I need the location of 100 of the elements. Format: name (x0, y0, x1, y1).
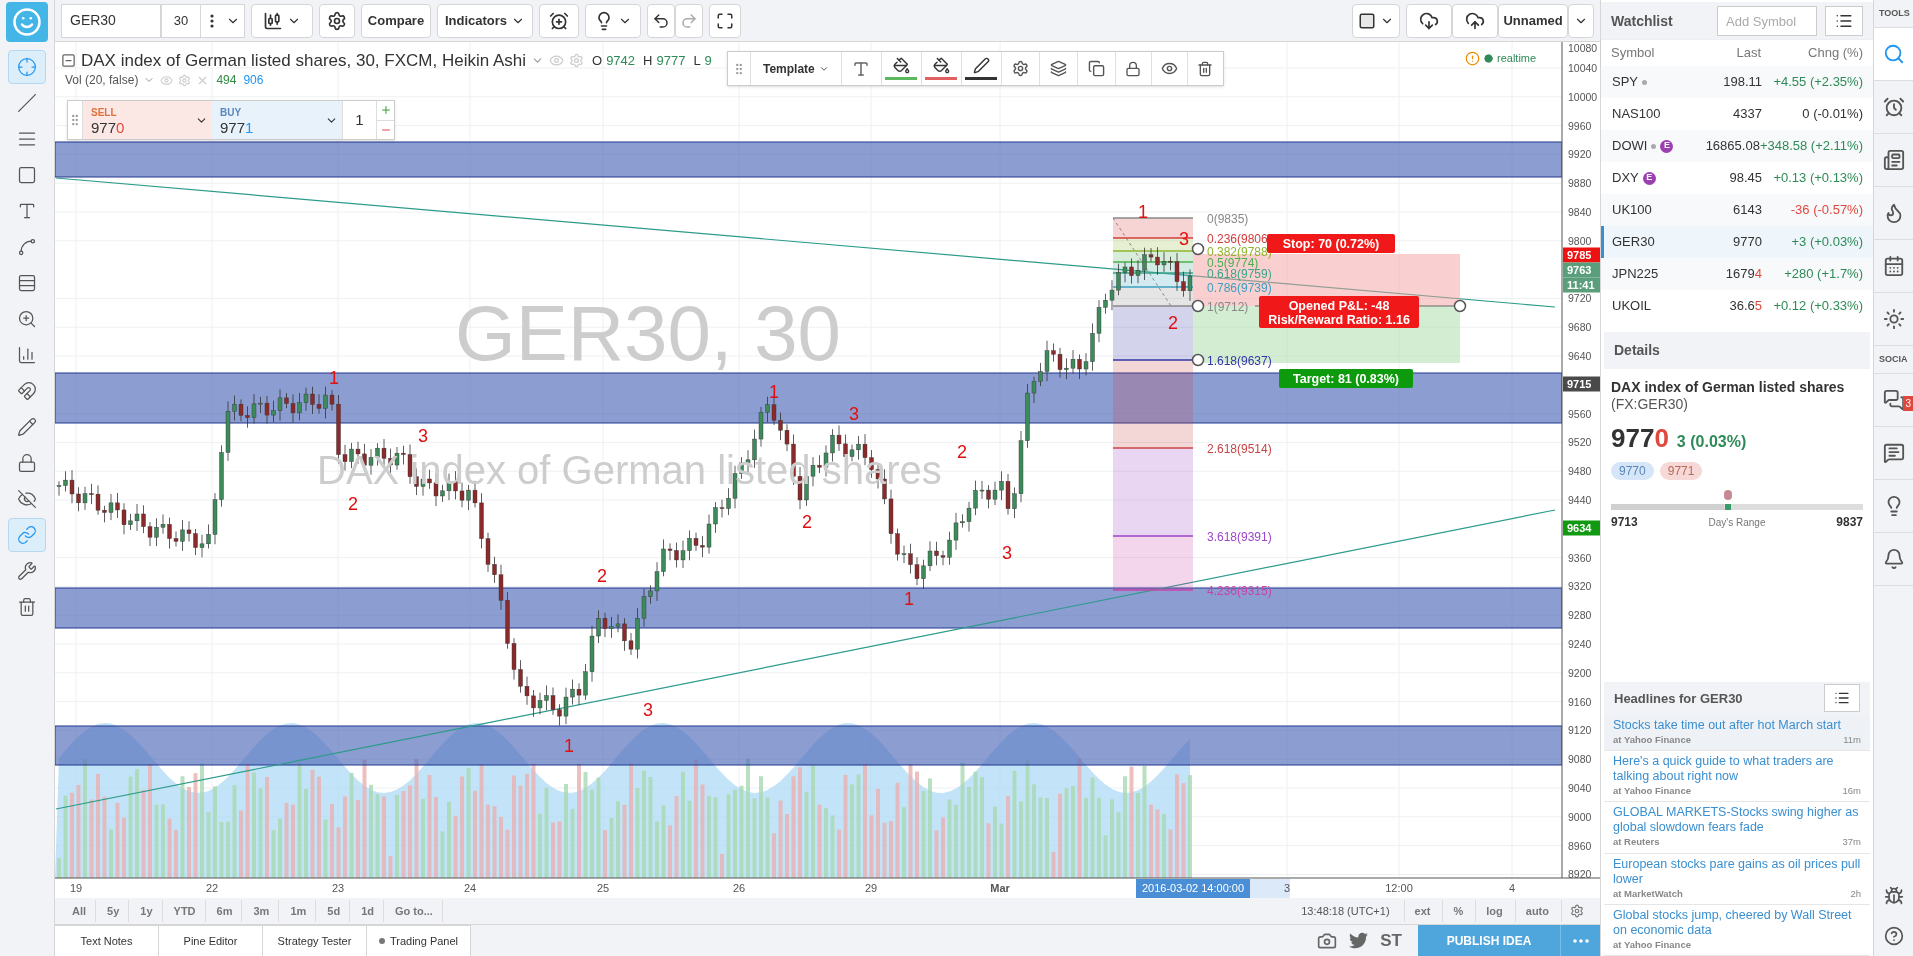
watchlist-row[interactable]: DOWI E 16865.08+348.58 (+2.11%) (1601, 130, 1873, 162)
headline-link[interactable]: GLOBAL MARKETS-Stocks swing higher as global slowdown fears fade (1613, 805, 1861, 836)
hidden-eye-icon (17, 489, 37, 509)
layout-name-button[interactable]: Unnamed (1498, 3, 1568, 38)
fullscreen-button[interactable] (709, 3, 741, 38)
status-label: realtime (1497, 51, 1537, 66)
price-tick-label: 9720 (1568, 292, 1592, 305)
panel-tab[interactable]: Pine Editor (159, 925, 263, 956)
ohlc-label: L (693, 52, 701, 70)
watchlist-row[interactable]: SPY 198.11 +4.55 (+2.35%) (1601, 66, 1873, 98)
range-button[interactable]: Go to... (385, 900, 443, 922)
panel-tab[interactable]: Strategy Tester (263, 925, 367, 956)
side-tool-button[interactable]: 3 (1874, 374, 1913, 427)
measure-icon (17, 345, 37, 365)
range-button[interactable]: 5d (318, 900, 351, 922)
range-button[interactable]: 6m (207, 900, 243, 922)
publish-button[interactable]: PUBLISH IDEA (1418, 925, 1560, 956)
range-button[interactable]: 1d (352, 900, 384, 922)
price-tick-label: 9480 (1568, 465, 1592, 478)
scale-option[interactable]: % (1442, 900, 1474, 922)
settings-button[interactable] (319, 3, 355, 38)
drag-handle[interactable] (1191, 353, 1205, 367)
ideas-button[interactable] (585, 3, 641, 38)
logo-tile[interactable] (6, 2, 48, 42)
list-menu-button[interactable] (1825, 6, 1863, 36)
warning-icon (1465, 50, 1480, 66)
headline-link[interactable]: Here's a quick guide to what traders are talking about right now (1613, 754, 1861, 784)
column-header: Last (1735, 44, 1761, 63)
sell-button[interactable]: SELL 9770 (82, 101, 190, 139)
symbol-field[interactable]: GER30 (61, 3, 161, 38)
ask-pill: 9771 (1659, 462, 1703, 480)
layout-button[interactable] (1352, 3, 1400, 38)
time-tick-label: 22 (205, 882, 219, 894)
fib-level-label: 1(9712) (1207, 300, 1249, 314)
headline-age: 2h (1850, 886, 1861, 901)
headline-link[interactable]: Global stocks jump, cheered by Wall Street on economic data (1613, 907, 1861, 938)
price-tick-label: 8960 (1568, 839, 1592, 852)
load-button[interactable] (1406, 3, 1452, 38)
list-icon (1835, 12, 1853, 30)
panel-tab[interactable]: Text Notes (55, 925, 159, 956)
list-menu-button[interactable] (1824, 684, 1860, 713)
indicators-button[interactable]: Indicators (437, 3, 533, 38)
bug-icon (1883, 886, 1904, 906)
search-icon (1882, 43, 1905, 65)
headline-age: 37m (1842, 835, 1861, 850)
compare-button[interactable]: Compare (361, 3, 431, 38)
range-button[interactable]: 1m (281, 900, 317, 922)
range-button[interactable]: YTD (164, 900, 206, 922)
template-button[interactable]: Template (750, 52, 841, 85)
range-button[interactable]: 3m (244, 900, 280, 922)
chart-type-button[interactable] (251, 3, 313, 38)
change-value: +0.13 (+0.13%) (1772, 169, 1863, 188)
collapse-icon[interactable] (61, 53, 76, 69)
watchlist-row[interactable]: UK100 6143 -36 (-0.57%) (1601, 194, 1873, 226)
headline-link[interactable]: European stocks pare gains as oil prices pull lower (1613, 856, 1861, 887)
watchlist-row[interactable]: JPN225 16794 +280 (+1.7%) (1601, 258, 1873, 290)
quantity-field[interactable]: 1 (342, 101, 376, 139)
alert-button[interactable] (539, 3, 579, 38)
eye-icon (1160, 60, 1178, 77)
watchlist-title: Watchlist (1611, 11, 1674, 31)
drag-handle[interactable] (1191, 242, 1205, 256)
trash-icon (1197, 60, 1214, 77)
last-price: 6143 (1732, 201, 1762, 220)
symbol-text: GER30 (1612, 233, 1655, 252)
bird-icon[interactable] (1349, 931, 1369, 950)
headlines-title: Headlines for GER30 (1614, 689, 1744, 708)
price-tick-label: 9080 (1568, 753, 1592, 766)
watchlist-row[interactable]: GER30 9770 +3 (+0.03%) (1601, 226, 1873, 258)
buy-button[interactable]: BUY 9771 (212, 101, 320, 139)
panel-tab[interactable]: Trading Panel (367, 925, 471, 956)
scale-option[interactable]: ext (1403, 900, 1441, 922)
headline-source: at Yahoo Finance (1613, 937, 1691, 952)
last-price: 16794 (1724, 265, 1762, 284)
levels-icon (17, 273, 37, 293)
drag-handle[interactable] (1453, 299, 1467, 313)
settings-icon (1570, 904, 1584, 918)
range-button[interactable]: 1y (131, 900, 163, 922)
symbol-input[interactable]: GER30 (70, 10, 152, 31)
copy-icon (1087, 60, 1105, 77)
side-tool-button[interactable] (1874, 28, 1913, 81)
add-symbol-field[interactable]: Add Symbol (1717, 6, 1817, 36)
headline-item[interactable]: Stocks take time out after hot March start at Yahoo Finance 11m (1604, 714, 1870, 751)
ohlc-value: 9742 (606, 52, 636, 70)
stocktwits-label[interactable]: ST (1380, 927, 1402, 954)
count-badge: 3 (1903, 396, 1913, 411)
change-value: +348.58 (+2.11%) (1759, 137, 1863, 156)
save-button[interactable] (1452, 3, 1498, 38)
last-price: 36.65 (1728, 297, 1762, 316)
time-tick-label: 12:00 (1385, 882, 1413, 894)
headline-link[interactable]: Stocks take time out after hot March start (1613, 717, 1861, 733)
drag-handle[interactable] (1191, 299, 1205, 313)
scale-option[interactable]: log (1475, 900, 1513, 922)
settings-icon (1011, 60, 1029, 77)
range-button[interactable]: All (63, 900, 97, 922)
range-button[interactable]: 5y (98, 900, 130, 922)
undo-button[interactable] (647, 3, 675, 38)
range-high: 9837 (1836, 514, 1863, 531)
wave-label: 2 (1168, 313, 1178, 333)
headline-source: at Yahoo Finance (1613, 732, 1691, 747)
scale-option[interactable]: auto (1514, 900, 1559, 922)
